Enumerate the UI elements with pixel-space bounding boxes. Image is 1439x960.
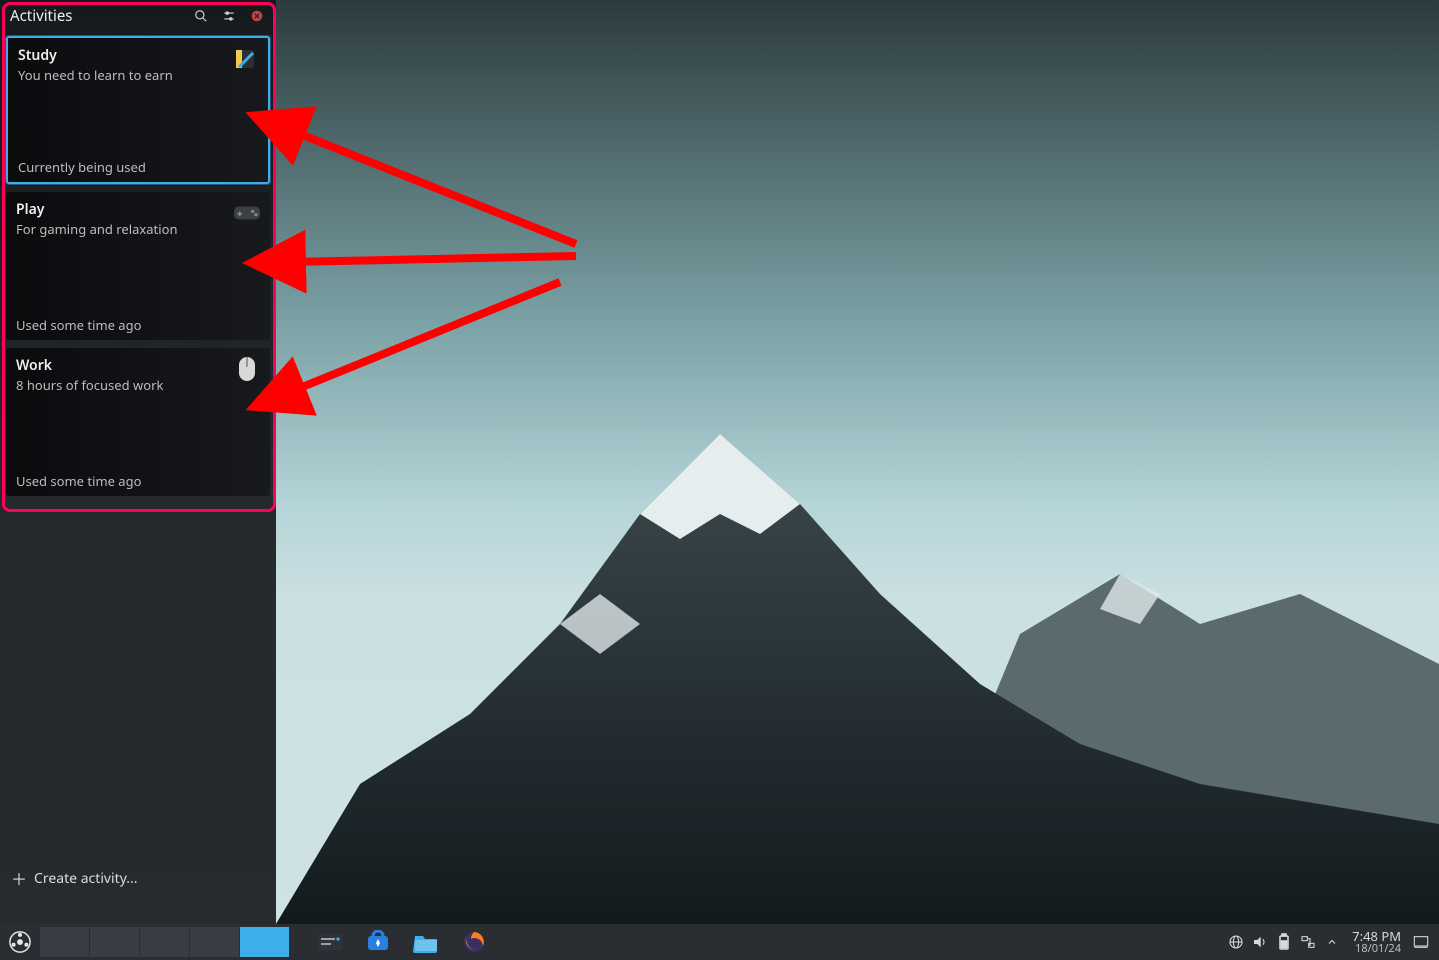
- pencil-note-icon: [232, 46, 258, 72]
- battery-icon[interactable]: [1272, 924, 1296, 960]
- gamepad-icon: [234, 200, 260, 226]
- network-icon[interactable]: [1296, 924, 1320, 960]
- firefox-icon[interactable]: [450, 924, 498, 960]
- clock[interactable]: 7:48 PM 18/01/24: [1344, 929, 1409, 955]
- taskbar-entry[interactable]: [140, 927, 190, 957]
- app-launcher-button[interactable]: [0, 924, 40, 960]
- keyboard-layout-icon[interactable]: [1224, 924, 1248, 960]
- taskbar-entry[interactable]: [190, 927, 240, 957]
- mouse-icon: [234, 356, 260, 382]
- activities-header: Activities: [0, 0, 276, 32]
- activity-title: Play: [16, 200, 260, 219]
- taskbar-entry[interactable]: [40, 927, 90, 957]
- activity-description: 8 hours of focused work: [16, 376, 260, 394]
- activity-status: Used some time ago: [16, 316, 260, 334]
- activity-title: Work: [16, 356, 260, 375]
- activity-list: Study You need to learn to earn Currentl…: [0, 32, 276, 504]
- taskbar: 7:48 PM 18/01/24: [0, 924, 1439, 960]
- create-activity-label: Create activity...: [34, 869, 138, 888]
- system-settings-icon[interactable]: [306, 924, 354, 960]
- activity-card-study[interactable]: Study You need to learn to earn Currentl…: [6, 36, 270, 184]
- taskbar-entry[interactable]: [90, 927, 140, 957]
- activity-status: Used some time ago: [16, 472, 260, 490]
- settings-sliders-icon[interactable]: [218, 5, 240, 27]
- file-manager-icon[interactable]: [402, 924, 450, 960]
- show-desktop-icon[interactable]: [1409, 924, 1433, 960]
- close-icon[interactable]: [246, 5, 268, 27]
- activity-card-play[interactable]: Play For gaming and relaxation Used some…: [6, 192, 270, 340]
- search-icon[interactable]: [190, 5, 212, 27]
- activities-title: Activities: [10, 6, 184, 26]
- create-activity-button[interactable]: ＋ Create activity...: [0, 872, 276, 924]
- activity-card-work[interactable]: Work 8 hours of focused work Used some t…: [6, 348, 270, 496]
- clock-date: 18/01/24: [1352, 943, 1401, 955]
- tray-expand-icon[interactable]: [1320, 924, 1344, 960]
- plus-icon: ＋: [10, 866, 28, 890]
- activity-status: Currently being used: [18, 158, 258, 176]
- activity-title: Study: [18, 46, 258, 65]
- taskbar-entry-active[interactable]: [240, 927, 290, 957]
- activity-description: For gaming and relaxation: [16, 220, 260, 238]
- activity-description: You need to learn to earn: [18, 66, 258, 84]
- discover-store-icon[interactable]: [354, 924, 402, 960]
- activities-sidebar: Activities Study You need to learn to ea…: [0, 0, 276, 924]
- system-tray: 7:48 PM 18/01/24: [1224, 924, 1439, 960]
- desktop-wallpaper: Activities Study You need to learn to ea…: [0, 0, 1439, 924]
- volume-icon[interactable]: [1248, 924, 1272, 960]
